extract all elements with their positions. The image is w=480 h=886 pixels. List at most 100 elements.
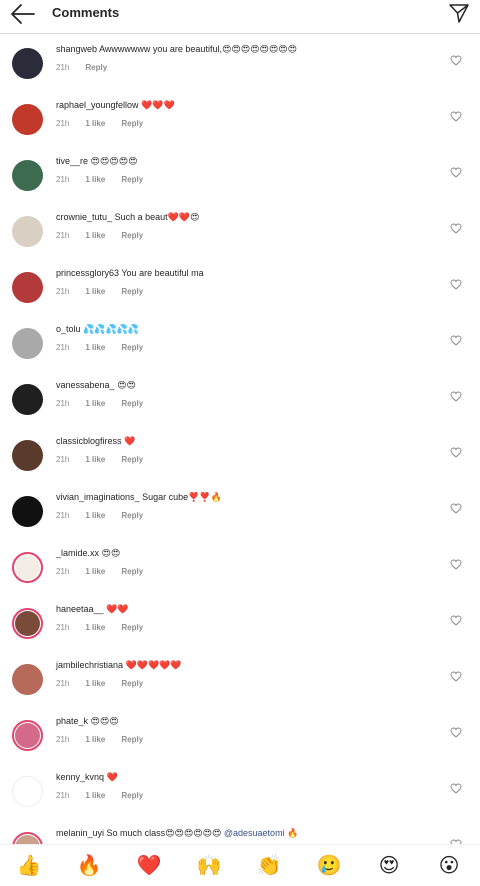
avatar[interactable] <box>12 160 43 191</box>
reply-button[interactable]: Reply <box>121 399 143 408</box>
comment-username[interactable]: haneetaa__ <box>56 604 104 614</box>
comment-meta: 21h 1 like Reply <box>56 679 159 688</box>
comment-like-count[interactable]: 1 like <box>85 623 105 632</box>
comment-username[interactable]: jambilechristiana <box>56 660 123 670</box>
reply-button[interactable]: Reply <box>121 735 143 744</box>
thumbs-up-icon[interactable]: 👍 <box>16 853 42 879</box>
comment-emojis: 💦💦💦💦💦 <box>83 324 140 334</box>
like-heart-icon[interactable] <box>450 167 462 178</box>
comment-row: shangweb Awwwwwww you are beautiful,😍😍😍😍… <box>0 34 480 90</box>
comment-row: melanin_uyi So much class😍😍😍😍😍😍 @adesuae… <box>0 818 480 844</box>
comment-username[interactable]: raphael_youngfellow <box>56 100 139 110</box>
reply-button[interactable]: Reply <box>121 343 143 352</box>
avatar[interactable] <box>12 440 43 471</box>
comment-like-count[interactable]: 1 like <box>85 231 105 240</box>
paper-plane-icon[interactable] <box>448 2 470 24</box>
comment-username[interactable]: tive__re <box>56 156 88 166</box>
comment-emojis: ❤️❤️❤️❤️❤️ <box>125 660 182 670</box>
avatar[interactable] <box>12 48 43 79</box>
comment-username[interactable]: melanin_uyi <box>56 828 104 838</box>
comment-username[interactable]: classicblogfiress <box>56 436 122 446</box>
back-arrow-icon[interactable] <box>10 3 36 25</box>
reply-button[interactable]: Reply <box>121 679 143 688</box>
comment-username[interactable]: vivian_imaginations_ <box>56 492 140 502</box>
heart-eyes-icon[interactable]: 😍 <box>376 853 402 879</box>
reply-button[interactable]: Reply <box>121 455 143 464</box>
comment-row: vanessabena_ 😍😍 21h 1 like Reply <box>0 370 480 426</box>
comment-like-count[interactable]: 1 like <box>85 343 105 352</box>
comment-username[interactable]: princessglory63 <box>56 268 119 278</box>
avatar[interactable] <box>12 608 43 639</box>
reply-button[interactable]: Reply <box>121 119 143 128</box>
avatar[interactable] <box>12 328 43 359</box>
like-heart-icon[interactable] <box>450 727 462 738</box>
like-heart-icon[interactable] <box>450 55 462 66</box>
comment-line: crownie_tutu_ Such a beaut❤️❤️😍 <box>56 212 199 223</box>
like-heart-icon[interactable] <box>450 503 462 514</box>
comment-username[interactable]: vanessabena_ <box>56 380 115 390</box>
comment-like-count[interactable]: 1 like <box>85 735 105 744</box>
comment-mention[interactable]: @adesuaetomi <box>224 828 285 838</box>
comment-row: princessglory63 You are beautiful ma 21h 1… <box>0 258 480 314</box>
red-heart-icon[interactable]: ❤️ <box>136 853 162 879</box>
comment-like-count[interactable]: 1 like <box>85 567 105 576</box>
reply-button[interactable]: Reply <box>121 791 143 800</box>
avatar[interactable] <box>12 496 43 527</box>
comment-emojis: ❤️ <box>106 772 118 782</box>
reply-button[interactable]: Reply <box>121 175 143 184</box>
avatar[interactable] <box>12 664 43 695</box>
like-heart-icon[interactable] <box>450 559 462 570</box>
reply-button[interactable]: Reply <box>121 287 143 296</box>
comment-username[interactable]: crownie_tutu_ <box>56 212 112 222</box>
comment-username[interactable]: phate_k <box>56 716 88 726</box>
surprised-face-icon[interactable]: 😮 <box>436 853 462 879</box>
fire-icon[interactable]: 🔥 <box>76 853 102 879</box>
comment-username[interactable]: _lamide.xx <box>56 548 99 558</box>
like-heart-icon[interactable] <box>450 223 462 234</box>
like-heart-icon[interactable] <box>450 615 462 626</box>
like-heart-icon[interactable] <box>450 671 462 682</box>
avatar[interactable] <box>12 552 43 583</box>
comment-timestamp: 21h <box>56 511 70 520</box>
comment-username[interactable]: shangweb <box>56 44 97 54</box>
clapping-hands-icon[interactable]: 👏 <box>256 853 282 879</box>
comment-row: raphael_youngfellow ❤️❤️❤️ 21h 1 like Reply <box>0 90 480 146</box>
comment-timestamp: 21h <box>56 735 70 744</box>
comment-like-count[interactable]: 1 like <box>85 175 105 184</box>
reply-button[interactable]: Reply <box>121 567 143 576</box>
comment-like-count[interactable]: 1 like <box>85 791 105 800</box>
comment-username[interactable]: kenny_kvnq <box>56 772 104 782</box>
comment-like-count[interactable]: 1 like <box>85 119 105 128</box>
comments-list[interactable]: shangweb Awwwwwww you are beautiful,😍😍😍😍… <box>0 34 480 844</box>
reply-button[interactable]: Reply <box>121 511 143 520</box>
reply-button[interactable]: Reply <box>85 63 107 72</box>
like-heart-icon[interactable] <box>450 783 462 794</box>
comment-timestamp: 21h <box>56 567 70 576</box>
like-heart-icon[interactable] <box>450 447 462 458</box>
raising-hands-icon[interactable]: 🙌 <box>196 853 222 879</box>
like-heart-icon[interactable] <box>450 335 462 346</box>
comment-like-count[interactable]: 1 like <box>85 679 105 688</box>
avatar[interactable] <box>12 720 43 751</box>
comment-like-count[interactable]: 1 like <box>85 455 105 464</box>
like-heart-icon[interactable] <box>450 111 462 122</box>
reply-button[interactable]: Reply <box>121 231 143 240</box>
avatar[interactable] <box>12 832 43 844</box>
comment-like-count[interactable]: 1 like <box>85 399 105 408</box>
avatar[interactable] <box>12 272 43 303</box>
comment-line: phate_k 😍😍😍 <box>56 716 119 727</box>
smiling-tear-icon[interactable]: 🥲 <box>316 853 342 879</box>
avatar[interactable] <box>12 104 43 135</box>
comment-username[interactable]: o_tolu <box>56 324 81 334</box>
like-heart-icon[interactable] <box>450 279 462 290</box>
comment-timestamp: 21h <box>56 343 70 352</box>
avatar[interactable] <box>12 216 43 247</box>
comment-row: classicblogfiress ❤️ 21h 1 like Reply <box>0 426 480 482</box>
comment-like-count[interactable]: 1 like <box>85 511 105 520</box>
comment-emojis: 😍😍😍 <box>90 716 119 726</box>
avatar[interactable] <box>12 384 43 415</box>
reply-button[interactable]: Reply <box>121 623 143 632</box>
avatar[interactable] <box>12 776 43 807</box>
like-heart-icon[interactable] <box>450 391 462 402</box>
comment-like-count[interactable]: 1 like <box>85 287 105 296</box>
